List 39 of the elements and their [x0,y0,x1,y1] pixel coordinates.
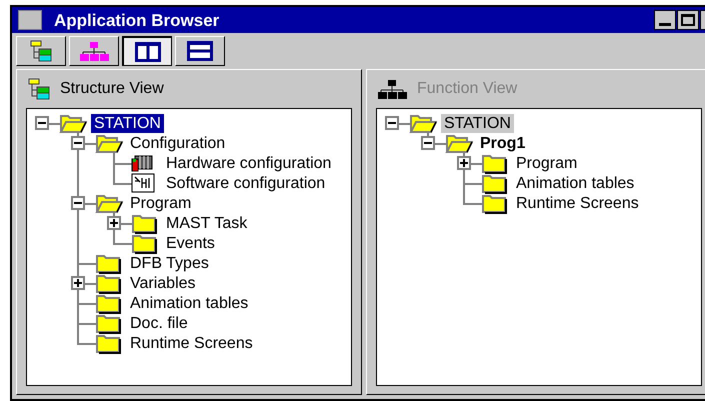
tree-item[interactable]: Events [163,234,218,252]
tree-item[interactable]: Runtime Screens [127,334,256,352]
collapse-toggle[interactable] [421,136,435,150]
tree-item[interactable]: Prog1 [477,134,528,152]
minimize-button[interactable] [654,10,676,30]
hierarchy-icon [80,40,108,62]
tree-item[interactable]: Configuration [127,134,228,152]
maximize-button[interactable] [677,10,699,30]
tree-item[interactable]: Doc. file [127,314,191,332]
split-panes-icon [134,42,160,62]
tree-item[interactable]: Runtime Screens [513,194,642,212]
tree-item[interactable]: MAST Task [163,214,250,232]
expand-toggle[interactable] [71,276,85,290]
collapse-toggle[interactable] [35,116,49,130]
tree-item[interactable]: Animation tables [127,294,252,312]
hardware-rack-icon [131,154,153,172]
tree-item[interactable]: DFB Types [127,254,212,272]
tree-view-icon [30,40,52,62]
expand-toggle[interactable] [107,216,121,230]
hierarchy-icon [378,78,407,100]
tree-item[interactable]: Hardware configuration [163,154,334,172]
stacked-panes-icon [187,41,213,61]
collapse-toggle[interactable] [71,136,85,150]
panel-title: Structure View [60,79,164,99]
collapse-toggle[interactable] [71,196,85,210]
tree-item[interactable]: Program [513,154,580,172]
toolbar-button[interactable] [122,36,172,66]
tree-item[interactable]: Variables [127,274,199,292]
tree-item[interactable]: Software configuration [163,174,328,192]
tree-item[interactable]: Program [127,194,194,212]
tree-view-icon [28,78,50,100]
expand-toggle[interactable] [457,156,471,170]
tree-item[interactable]: Animation tables [513,174,638,192]
collapse-toggle[interactable] [385,116,399,130]
tree-item[interactable]: STATION [441,114,514,132]
window-title: Application Browser [54,12,220,28]
panel-title: Function View [417,79,518,99]
tree-item[interactable]: STATION [91,114,164,132]
software-config-icon [131,173,155,193]
